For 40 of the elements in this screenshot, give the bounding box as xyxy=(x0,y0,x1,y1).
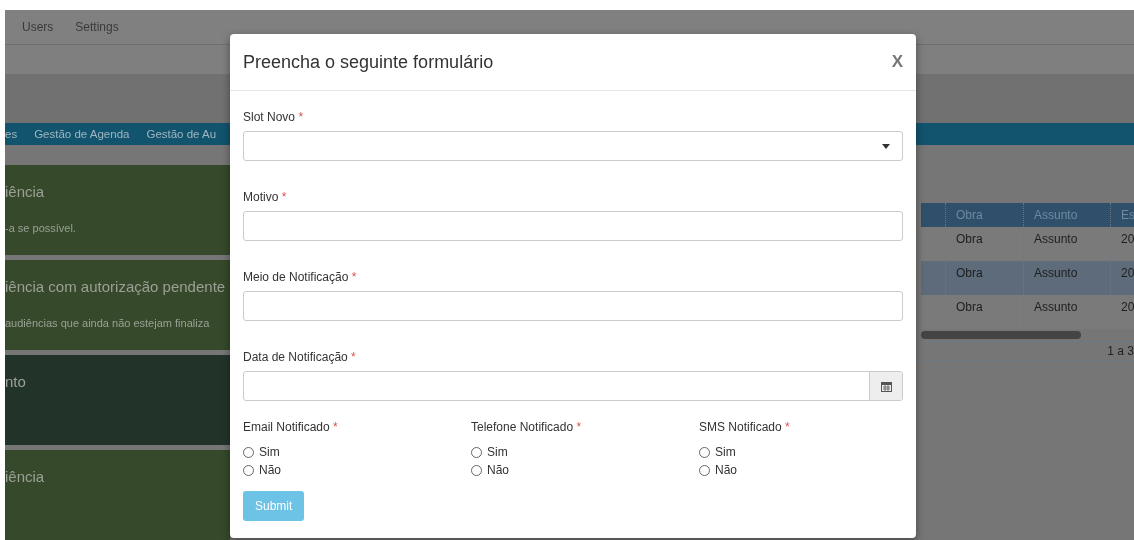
card-title: iência xyxy=(5,468,46,485)
table-row[interactable]: Obra Assunto 20 xyxy=(921,295,1134,329)
menu-tab[interactable]: es xyxy=(5,127,18,140)
scrollbar[interactable] xyxy=(921,331,1081,339)
radio-label: Sim xyxy=(715,445,736,459)
table-row[interactable]: Obra Assunto 20 xyxy=(921,227,1134,261)
field-label: SMS Notificado * xyxy=(699,420,791,434)
card-title: nto xyxy=(5,373,27,390)
card-text: -a se possível. xyxy=(5,222,77,234)
input-field[interactable] xyxy=(243,291,903,321)
table-cell: Obra xyxy=(945,295,1023,329)
nav-link[interactable]: Users xyxy=(22,19,54,34)
field-label: Motivo * xyxy=(243,190,288,204)
select-field[interactable] xyxy=(243,131,903,161)
field-label: Telefone Notificado * xyxy=(471,420,583,434)
caret-icon xyxy=(882,143,890,149)
table-cell: 20 xyxy=(1110,295,1134,329)
field-label: Email Notificado * xyxy=(243,420,339,434)
close-button[interactable]: X xyxy=(891,52,903,72)
radio-label: Sim xyxy=(259,445,280,459)
input-field[interactable] xyxy=(243,211,903,241)
radio-label: Não xyxy=(487,463,509,477)
date-field[interactable] xyxy=(243,371,903,401)
field-label: Slot Novo * xyxy=(243,110,305,124)
field-label: Meio de Notificação * xyxy=(243,270,358,284)
card-title: iência xyxy=(5,183,46,200)
radio-label: Sim xyxy=(487,445,508,459)
nav-link[interactable]: Settings xyxy=(75,19,119,34)
table-cell: Assunto xyxy=(1023,295,1110,329)
page-info: 1 a 3 xyxy=(1107,344,1134,358)
menu-tab[interactable]: Gestão de Au xyxy=(146,127,217,140)
radio-label: Não xyxy=(259,463,281,477)
field-label: Data de Notificação * xyxy=(243,350,357,364)
card-title: iência com autorização pendente xyxy=(5,278,227,295)
menu-tab[interactable]: Gestão de Agenda xyxy=(34,127,130,140)
modal-title: Preencha o seguinte formulário xyxy=(243,51,494,73)
calendar-icon[interactable] xyxy=(880,380,892,392)
table-row[interactable]: Obra Assunto 20 xyxy=(921,261,1134,295)
card-text: audiências que ainda não estejam finaliza xyxy=(5,317,211,329)
radio-label: Não xyxy=(715,463,737,477)
